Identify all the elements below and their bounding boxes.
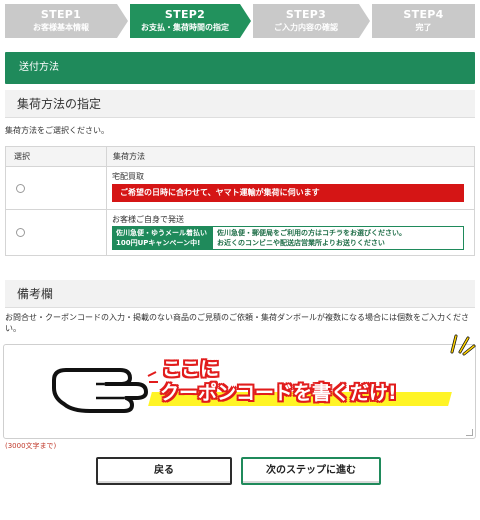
step-1-label: お客様基本情報	[33, 23, 89, 32]
banner-line2: クーポンコードを書くだけ!	[160, 382, 397, 404]
step-1-arrow	[117, 4, 128, 38]
back-button[interactable]: 戻る	[96, 457, 232, 485]
campaign-badge-line1: 佐川急便・ゆうメール着払い	[116, 229, 207, 237]
table-row: お客様ご自身で発送 佐川急便・ゆうメール着払い 100円UPキャンペーン中! 佐…	[6, 210, 474, 255]
method-name-home-pickup: 宅配買取	[112, 172, 144, 181]
campaign-badge-line2: 100円UPキャンペーン中!	[116, 239, 201, 247]
table-row: 宅配買取 ご希望の日時に合わせて、ヤマト運輸が集荷に伺います	[6, 167, 474, 210]
sparkle-icon	[450, 334, 476, 356]
step-4-number: STEP4	[403, 8, 444, 21]
step-3: STEP3 ご入力内容の確認	[253, 4, 359, 38]
next-step-button[interactable]: 次のステップに進む	[241, 457, 381, 485]
self-ship-info-line1: 佐川急便・郵便局をご利用の方はコチラをお選びください。	[217, 229, 406, 237]
col-select-header: 選択	[14, 152, 30, 161]
step-2: STEP2 お支払・集荷時間の指定	[130, 4, 240, 38]
self-ship-info: 佐川急便・郵便局をご利用の方はコチラをお選びください。 お近くのコンビニや配送店…	[217, 228, 406, 248]
step-4: STEP4 完了	[372, 4, 475, 38]
step-3-arrow	[359, 4, 370, 38]
table-header: 選択 集荷方法	[6, 147, 474, 167]
pickup-method-table: 選択 集荷方法 宅配買取 ご希望の日時に合わせて、ヤマト運輸が集荷に伺います お…	[5, 146, 475, 256]
pickup-instruction: 集荷方法をご選択ください。	[5, 126, 109, 135]
pointing-hand-icon	[52, 368, 158, 413]
section-title: 送付方法	[19, 62, 59, 73]
section-title-bar: 送付方法	[5, 52, 475, 84]
remarks-heading: 備考欄	[5, 280, 475, 308]
step-2-number: STEP2	[164, 8, 206, 21]
step-1: STEP1 お客様基本情報	[5, 4, 117, 38]
self-ship-info-box: 佐川急便・ゆうメール着払い 100円UPキャンペーン中! 佐川急便・郵便局をご利…	[112, 226, 464, 250]
pickup-heading: 集荷方法の指定	[5, 90, 475, 118]
banner-line1: ここに	[162, 358, 220, 380]
radio-home-pickup[interactable]	[16, 184, 25, 193]
remarks-instruction: お問合せ・クーポンコードの入力・掲載のない商品のご見積のご依頼・集荷ダンボールが…	[5, 313, 469, 333]
step-4-label: 完了	[415, 23, 432, 32]
step-2-label: お支払・集荷時間の指定	[141, 23, 229, 32]
step-1-number: STEP1	[40, 8, 82, 21]
step-2-arrow	[240, 4, 251, 38]
method-name-self-ship: お客様ご自身で発送	[112, 215, 184, 224]
step-progress: STEP1 お客様基本情報 STEP2 お支払・集荷時間の指定 STEP3 ご入…	[5, 4, 475, 38]
yamato-notice: ご希望の日時に合わせて、ヤマト運輸が集荷に伺います	[112, 184, 464, 202]
step-3-number: STEP3	[285, 8, 327, 21]
char-limit-note: (3000文字まで)	[5, 442, 57, 450]
self-ship-info-line2: お近くのコンビニや配送店営業所よりお送りください	[217, 239, 385, 247]
col-method-header: 集荷方法	[106, 147, 145, 167]
radio-self-ship[interactable]	[16, 228, 25, 237]
campaign-badge: 佐川急便・ゆうメール着払い 100円UPキャンペーン中!	[113, 227, 213, 249]
step-3-label: ご入力内容の確認	[274, 23, 338, 32]
